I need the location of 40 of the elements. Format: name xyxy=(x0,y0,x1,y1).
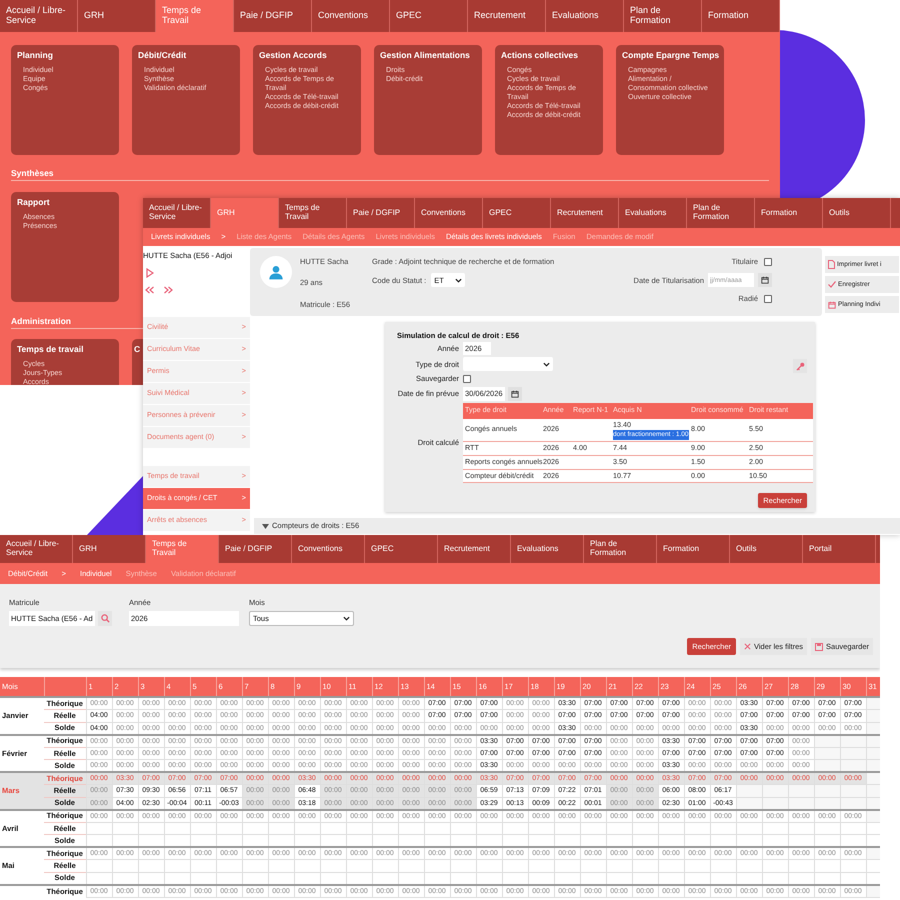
search-icon[interactable] xyxy=(100,614,110,624)
card-title: Actions collectives xyxy=(501,50,578,61)
card-title: Gestion Alimentations xyxy=(380,50,470,61)
card-title: Temps de travail xyxy=(17,344,84,355)
checkbox[interactable] xyxy=(764,294,772,303)
close-icon xyxy=(744,643,751,650)
checkbox[interactable] xyxy=(764,258,772,266)
column-header xyxy=(44,677,86,697)
calendar-icon xyxy=(828,300,836,308)
wedge-shape xyxy=(86,476,143,536)
caret-down-icon[interactable] xyxy=(262,524,269,528)
check-icon xyxy=(828,281,836,288)
double-left-icon[interactable] xyxy=(145,286,154,294)
card-title: Rapport xyxy=(17,197,50,208)
double-right-icon[interactable] xyxy=(164,286,173,294)
checkbox[interactable] xyxy=(463,374,471,383)
chevron-down-icon xyxy=(343,616,350,622)
table-cell xyxy=(86,822,112,834)
calendar-icon[interactable] xyxy=(511,390,519,398)
table-cell xyxy=(86,860,112,872)
card-title: Gestion Accords xyxy=(259,50,327,61)
nav-tab[interactable]: Temps de Travail xyxy=(156,0,234,32)
chevron-down-icon xyxy=(543,362,550,367)
key-icon xyxy=(796,362,804,370)
person-icon xyxy=(268,264,284,280)
key-button[interactable] xyxy=(793,359,807,373)
card-title: Planning xyxy=(17,50,53,61)
nav-tab[interactable]: Temps de Travail xyxy=(146,535,219,563)
chevron-down-icon xyxy=(455,278,462,283)
section-heading: Administration xyxy=(11,316,71,326)
table-cell xyxy=(814,734,840,747)
card-title: Débit/Crédit xyxy=(138,50,186,61)
card-title: Compte Epargne Temps xyxy=(622,50,720,61)
card-title: C xyxy=(134,344,140,355)
table-cell xyxy=(840,734,866,747)
calendar-icon[interactable] xyxy=(761,276,769,284)
document-icon xyxy=(828,260,835,269)
play-icon[interactable] xyxy=(146,268,154,278)
nav-tab[interactable]: GRH xyxy=(211,198,279,228)
section-heading: Synthèses xyxy=(11,168,54,178)
